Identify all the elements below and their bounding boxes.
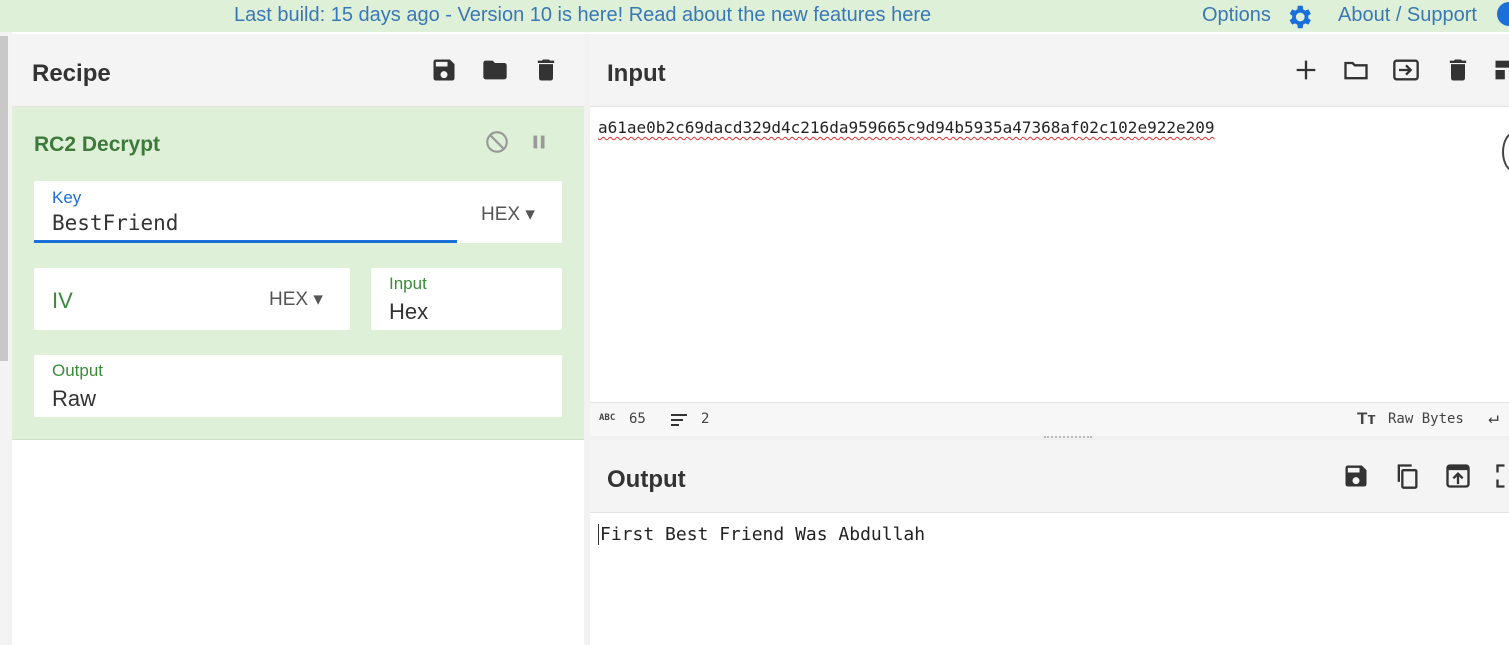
input-status-bar: ABC 65 2 Tт Raw Bytes ↵	[590, 402, 1509, 437]
lines-icon	[671, 414, 687, 426]
encoding-selector[interactable]: Raw Bytes	[1388, 411, 1464, 427]
key-input[interactable]: BestFriend	[52, 211, 178, 235]
pause-icon[interactable]	[528, 131, 550, 153]
output-header: Output	[590, 440, 1509, 513]
clear-input-icon[interactable]	[1444, 56, 1472, 84]
output-text[interactable]: First Best Friend Was Abdullah	[598, 524, 925, 545]
recipe-panel: Recipe RC2 Decrypt Key BestFriend HEX ▾	[12, 34, 585, 645]
open-folder-icon[interactable]	[1342, 56, 1370, 84]
save-icon[interactable]	[430, 56, 458, 84]
copy-icon[interactable]	[1393, 462, 1421, 490]
output-panel: Output First Best Friend Was Abdullah	[590, 440, 1509, 645]
help-icon[interactable]	[1497, 2, 1509, 26]
options-link[interactable]: Options	[1202, 4, 1271, 27]
input-header: Input	[590, 34, 1509, 107]
font-icon: Tт	[1357, 409, 1376, 428]
open-file-icon[interactable]	[1392, 56, 1420, 84]
iv-format-dropdown[interactable]: HEX ▾	[269, 288, 323, 311]
save-output-icon[interactable]	[1342, 462, 1370, 490]
disable-icon[interactable]	[484, 129, 510, 155]
operation-rc2-decrypt: RC2 Decrypt Key BestFriend HEX ▾ IV HEX …	[12, 107, 584, 440]
operations-scrollbar[interactable]	[0, 36, 8, 361]
top-banner: Last build: 15 days ago - Version 10 is …	[0, 0, 1509, 32]
output-type-label: Output	[52, 361, 104, 380]
gear-icon[interactable]	[1284, 2, 1314, 32]
maximise-icon[interactable]	[1494, 462, 1509, 490]
input-textarea[interactable]: a61ae0b2c69dacd329d4c216da959665c9d94b59…	[598, 118, 1215, 137]
key-field[interactable]: Key BestFriend HEX ▾	[34, 181, 562, 243]
output-title: Output	[607, 466, 686, 493]
replace-input-icon[interactable]	[1444, 462, 1472, 490]
iv-placeholder: IV	[52, 288, 73, 313]
eol-icon[interactable]: ↵	[1488, 407, 1499, 428]
add-tab-icon[interactable]	[1292, 56, 1320, 84]
input-type-value[interactable]: Hex	[389, 299, 428, 325]
input-lines: 2	[701, 411, 710, 427]
key-format-dropdown[interactable]: HEX ▾	[481, 203, 535, 226]
input-title: Input	[607, 60, 666, 87]
input-type-field[interactable]: Input Hex	[371, 268, 562, 330]
key-label: Key	[52, 188, 82, 207]
input-panel: Input a61ae0b2c69dacd329d4c216da959665c9…	[590, 34, 1509, 437]
operation-title: RC2 Decrypt	[34, 133, 161, 156]
recipe-title: Recipe	[32, 60, 111, 87]
iv-field[interactable]: IV HEX ▾	[34, 268, 350, 330]
scroll-indicator[interactable]	[1502, 132, 1509, 172]
operations-panel-edge	[0, 32, 12, 645]
about-support-link[interactable]: About / Support	[1338, 4, 1477, 27]
build-notice-link[interactable]: Last build: 15 days ago - Version 10 is …	[234, 4, 931, 27]
output-type-field[interactable]: Output Raw	[34, 355, 562, 417]
folder-icon[interactable]	[481, 56, 509, 84]
reset-layout-icon[interactable]	[1492, 56, 1509, 84]
input-length: 65	[629, 411, 646, 427]
output-type-value[interactable]: Raw	[52, 386, 96, 412]
recipe-header: Recipe	[12, 34, 584, 107]
trash-icon[interactable]	[532, 56, 560, 84]
length-icon: ABC	[599, 413, 616, 423]
key-active-underline	[34, 240, 457, 243]
input-type-label: Input	[389, 274, 427, 293]
